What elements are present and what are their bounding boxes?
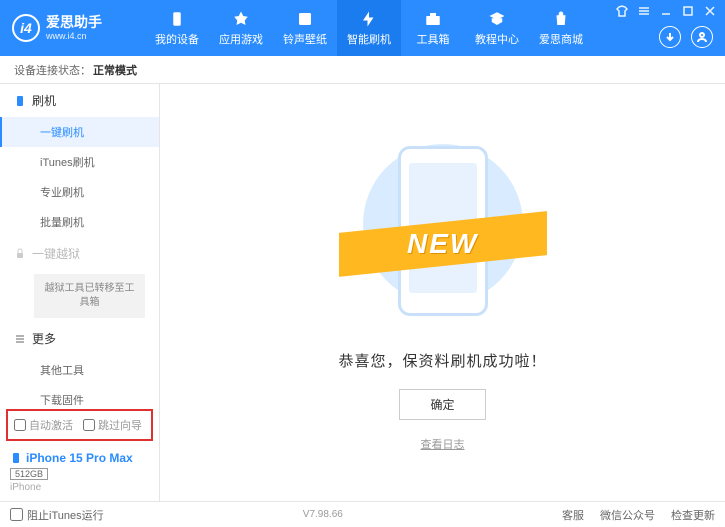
nav-label: 应用游戏: [219, 31, 263, 47]
nav-mall[interactable]: 爱思商城: [529, 0, 593, 56]
flash-icon: [360, 10, 378, 28]
sidebar-group-jailbreak: 一键越狱: [0, 237, 159, 270]
sidebar: 刷机 一键刷机 iTunes刷机 专业刷机 批量刷机 一键越狱 越狱工具已转移至…: [0, 84, 160, 501]
jailbreak-note: 越狱工具已转移至工具箱: [34, 274, 145, 318]
download-icon[interactable]: [659, 26, 681, 48]
apps-icon: [232, 10, 250, 28]
nav-label: 铃声壁纸: [283, 31, 327, 47]
close-icon[interactable]: [703, 4, 717, 18]
device-name[interactable]: iPhone 15 Pro Max: [10, 451, 149, 465]
phone-icon: [10, 452, 22, 464]
footer: 阻止iTunes运行 V7.98.66 客服 微信公众号 检查更新: [0, 501, 725, 527]
nav-label: 教程中心: [475, 31, 519, 47]
status-bar: 设备连接状态： 正常模式: [0, 56, 725, 84]
nav-label: 爱思商城: [539, 31, 583, 47]
sidebar-group-more[interactable]: 更多: [0, 322, 159, 355]
app-url: www.i4.cn: [46, 30, 102, 42]
maximize-icon[interactable]: [681, 4, 695, 18]
checkbox-auto-activate[interactable]: 自动激活: [14, 417, 73, 433]
logo-icon: i4: [12, 14, 40, 42]
logo-area: i4 爱思助手 www.i4.cn: [0, 14, 145, 42]
storage-badge: 512GB: [10, 468, 48, 480]
skin-icon[interactable]: [615, 4, 629, 18]
nav-smart-flash[interactable]: 智能刷机: [337, 0, 401, 56]
app-header: i4 爱思助手 www.i4.cn 我的设备 应用游戏 铃声壁纸 智能刷机 工具…: [0, 0, 725, 56]
cb-label: 阻止iTunes运行: [27, 507, 104, 523]
nav-label: 工具箱: [417, 31, 450, 47]
nav-tutorials[interactable]: 教程中心: [465, 0, 529, 56]
cb-label: 自动激活: [29, 417, 73, 433]
footer-link-update[interactable]: 检查更新: [671, 507, 715, 523]
cb-label: 跳过向导: [98, 417, 142, 433]
sidebar-item-pro-flash[interactable]: 专业刷机: [0, 177, 159, 207]
nav-label: 智能刷机: [347, 31, 391, 47]
footer-link-wechat[interactable]: 微信公众号: [600, 507, 655, 523]
group-label: 刷机: [32, 92, 56, 109]
nav-toolbox[interactable]: 工具箱: [401, 0, 465, 56]
checkbox-skip-guide[interactable]: 跳过向导: [83, 417, 142, 433]
status-value: 正常模式: [93, 62, 137, 78]
group-label: 更多: [32, 330, 56, 347]
menu-icon[interactable]: [637, 4, 651, 18]
tutorial-icon: [488, 10, 506, 28]
banner-text: NEW: [407, 228, 478, 260]
sidebar-group-flash[interactable]: 刷机: [0, 84, 159, 117]
toolbox-icon: [424, 10, 442, 28]
nav-apps-games[interactable]: 应用游戏: [209, 0, 273, 56]
nav-label: 我的设备: [155, 31, 199, 47]
mall-icon: [552, 10, 570, 28]
phone-icon: [14, 95, 26, 107]
lock-icon: [14, 248, 26, 260]
view-log-link[interactable]: 查看日志: [421, 436, 465, 452]
main-nav: 我的设备 应用游戏 铃声壁纸 智能刷机 工具箱 教程中心 爱思商城: [145, 0, 593, 56]
sidebar-item-oneclick-flash[interactable]: 一键刷机: [0, 117, 159, 147]
checkbox-block-itunes[interactable]: 阻止iTunes运行: [10, 507, 104, 523]
sidebar-item-batch-flash[interactable]: 批量刷机: [0, 207, 159, 237]
main-content: NEW 恭喜您，保资料刷机成功啦！ 确定 查看日志: [160, 84, 725, 501]
minimize-icon[interactable]: [659, 4, 673, 18]
status-label: 设备连接状态：: [14, 62, 91, 78]
user-icon[interactable]: [691, 26, 713, 48]
footer-link-support[interactable]: 客服: [562, 507, 584, 523]
nav-my-device[interactable]: 我的设备: [145, 0, 209, 56]
window-controls: [615, 4, 717, 18]
sidebar-item-download-firmware[interactable]: 下载固件: [0, 385, 159, 405]
device-info: iPhone 15 Pro Max 512GB iPhone: [0, 445, 159, 501]
device-type: iPhone: [10, 482, 149, 493]
app-title: 爱思助手: [46, 14, 102, 30]
sidebar-item-itunes-flash[interactable]: iTunes刷机: [0, 147, 159, 177]
sidebar-item-other-tools[interactable]: 其他工具: [0, 355, 159, 385]
device-icon: [168, 10, 186, 28]
success-message: 恭喜您，保资料刷机成功啦！: [338, 350, 546, 371]
ok-button[interactable]: 确定: [399, 389, 485, 420]
more-icon: [14, 333, 26, 345]
options-highlighted-box: 自动激活 跳过向导: [6, 409, 153, 441]
nav-ringtones[interactable]: 铃声壁纸: [273, 0, 337, 56]
version-label: V7.98.66: [303, 509, 343, 520]
success-illustration: NEW: [363, 134, 523, 334]
wallpaper-icon: [296, 10, 314, 28]
group-label: 一键越狱: [32, 245, 80, 262]
